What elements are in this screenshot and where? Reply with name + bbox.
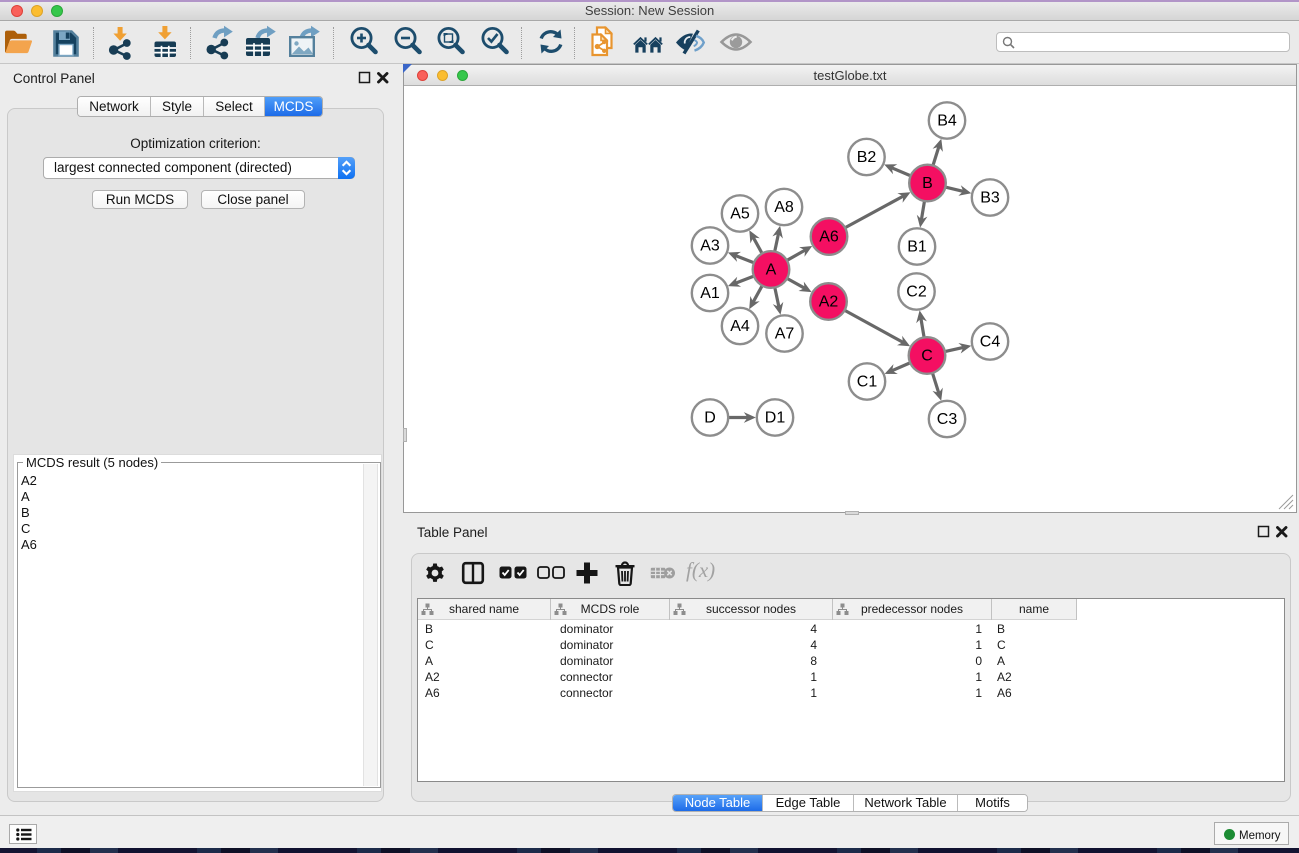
svg-text:C4: C4: [980, 334, 1001, 351]
svg-text:B3: B3: [980, 190, 1000, 207]
svg-text:C2: C2: [906, 284, 927, 301]
svg-text:C: C: [921, 348, 933, 365]
svg-text:A6: A6: [819, 229, 839, 246]
svg-text:A7: A7: [775, 326, 795, 343]
svg-text:C1: C1: [857, 374, 878, 391]
svg-text:C3: C3: [937, 411, 958, 428]
svg-text:A: A: [766, 262, 777, 279]
svg-text:A8: A8: [774, 199, 794, 216]
svg-text:D1: D1: [765, 410, 786, 427]
svg-text:A5: A5: [730, 206, 750, 223]
svg-text:A1: A1: [700, 285, 720, 302]
svg-text:D: D: [704, 410, 716, 427]
svg-text:B2: B2: [857, 149, 877, 166]
svg-text:A3: A3: [700, 238, 720, 255]
svg-text:B1: B1: [907, 239, 927, 256]
svg-text:A2: A2: [819, 294, 839, 311]
svg-text:B4: B4: [937, 113, 957, 130]
svg-text:A4: A4: [730, 318, 750, 335]
svg-text:B: B: [922, 175, 933, 192]
